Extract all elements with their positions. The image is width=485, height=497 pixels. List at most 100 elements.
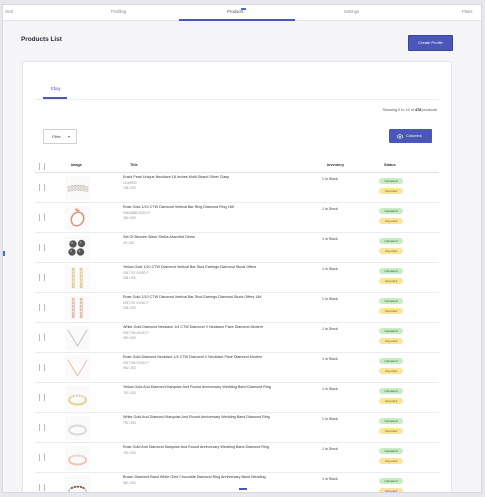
product-sku: 0057766-00000-P [123,331,149,335]
row-checkbox[interactable] [39,274,45,281]
product-title[interactable]: Rose Gold Diamond Necklace 1/4 CTW Diamo… [123,355,313,359]
header-title[interactable]: Title [130,163,138,167]
product-title[interactable]: Rose Gold 1/10 CTW Diamond Vertical Bar … [123,205,313,209]
table-row[interactable]: Rose Gold And Diamond Marquise And Round… [35,443,439,473]
table-row[interactable]: Rose Gold Diamond Necklace 1/4 CTW Diamo… [35,353,439,383]
active-tab-indicator [179,19,295,21]
status-badge: Uploaded [379,268,403,274]
product-image [65,446,90,470]
import-badge: Imported [379,428,403,434]
row-checkbox[interactable] [39,424,45,431]
showing-prefix: Showing 0 to 10 of [382,108,416,112]
row-checkbox[interactable] [39,394,45,401]
product-image [65,206,90,230]
table-body: Koshi Pearl Unique Necklace 18 Inches Mu… [35,173,439,492]
product-price: 108 USD [123,185,136,190]
pagination-summary: Showing 0 to 10 of 478 products [383,108,437,112]
product-title[interactable]: Rose Gold 1/10 CTW Diamond Vertical Bar … [123,295,313,299]
product-sku: 11169900 [123,181,137,185]
status-badge: Uploaded [379,238,403,244]
filter-button[interactable]: Filter ▾ [43,129,77,144]
product-sku: 05408888-00000-P [123,211,151,215]
product-meta: 11169900 108 USD [123,181,137,190]
import-badge: Imported [379,398,403,404]
row-checkbox[interactable] [39,454,45,461]
table-row[interactable]: Yellow Gold 1/10 CTW Diamond Vertical Ba… [35,263,439,293]
import-badge: Imported [379,188,403,194]
columns-button[interactable]: Columns [389,129,432,143]
inventory-value: 1 in Stock [322,417,338,421]
product-meta: 05408888-00000-P 380 USD [123,211,150,220]
product-sku: 0057757-00000-P [123,271,149,275]
row-checkbox[interactable] [39,184,45,191]
row-checkbox[interactable] [39,334,45,341]
header-status[interactable]: Status [384,163,396,167]
product-title[interactable]: Yellow Gold 1/10 CTW Diamond Vertical Ba… [123,265,313,269]
table-row[interactable]: Set Of Benzee Wave Sinths Assorted Gems 2… [35,233,439,263]
product-meta: 790 USD [123,391,136,396]
product-meta: 0057766-00000-P 980 USD [123,361,149,370]
row-checkbox[interactable] [39,304,45,311]
tab-settings[interactable]: Settings [344,9,359,14]
resize-handle-top[interactable] [241,8,246,10]
product-title[interactable]: White Gold And Diamond Marquise And Roun… [123,415,313,419]
select-all-checkbox[interactable] [39,163,45,170]
inventory-value: 1 in Stock [322,177,338,181]
table-row[interactable]: Yellow Gold And Diamond Marquise And Rou… [35,383,439,413]
inventory-value: 1 in Stock [322,357,338,361]
create-profile-button[interactable]: Create Profile [408,35,453,51]
product-image [65,356,90,380]
import-badge: Imported [379,458,403,464]
tab-plans[interactable]: Plans [462,9,472,14]
tab-profiling[interactable]: Profiling [111,9,126,14]
inventory-value: 1 in Stock [322,297,338,301]
table-row[interactable]: Koshi Pearl Unique Necklace 18 Inches Mu… [35,173,439,203]
product-title[interactable]: White Gold Diamond Necklace 1/4 CTW Diam… [123,325,313,329]
inventory-value: 1 in Stock [322,207,338,211]
row-checkbox[interactable] [39,484,45,491]
product-title[interactable]: Yellow Gold And Diamond Marquise And Rou… [123,385,313,389]
header-inventory[interactable]: Inventory [327,163,344,167]
divider [35,99,439,100]
inventory-value: 1 in Stock [322,237,338,241]
resize-handle-left[interactable] [3,251,5,256]
product-image [65,296,90,320]
product-sku: 0057757-00000-P [123,301,149,305]
table-row[interactable]: Rose Gold 1/10 CTW Diamond Vertical Bar … [35,203,439,233]
chevron-down-icon: ▾ [67,134,70,139]
inventory-value: 1 in Stock [322,267,338,271]
status-badge: Uploaded [379,448,403,454]
product-meta: 0057757-00000-P 338 USD [123,271,149,280]
table-row[interactable]: Brown Diamond Band White Gold Chocolate … [35,473,439,492]
product-price: 338 USD [123,275,136,280]
product-meta: 790 USD [123,421,136,426]
inventory-value: 1 in Stock [322,477,338,481]
scroll-indicator[interactable] [239,488,247,490]
row-checkbox[interactable] [39,364,45,371]
product-price: 26 USD [123,241,135,245]
product-meta: 0057766-00000-P 980 USD [123,331,149,340]
inventory-value: 1 in Stock [322,387,338,391]
product-image [65,476,90,492]
product-title[interactable]: Set Of Benzee Wave Sinths Assorted Gems [123,235,313,239]
tab-control[interactable]: ntrol [5,9,13,14]
tab-ebay[interactable]: Ebay [51,86,61,91]
table-row[interactable]: White Gold And Diamond Marquise And Roun… [35,413,439,443]
product-title[interactable]: Brown Diamond Band White Gold Chocolate … [123,475,313,479]
product-title[interactable]: Rose Gold And Diamond Marquise And Round… [123,445,313,449]
product-price: 338 USD [123,305,136,310]
status-badge: Uploaded [379,358,403,364]
table-row[interactable]: Rose Gold 1/10 CTW Diamond Vertical Bar … [35,293,439,323]
row-checkbox[interactable] [39,244,45,251]
eye-icon [397,133,403,139]
table-row[interactable]: White Gold Diamond Necklace 1/4 CTW Diam… [35,323,439,353]
import-badge: Imported [379,338,403,344]
product-meta: 26 USD [123,241,134,246]
product-meta: 580 USD [123,481,136,486]
header-image[interactable]: Image [71,163,82,167]
product-title[interactable]: Koshi Pearl Unique Necklace 18 Inches Mu… [123,175,313,179]
row-checkbox[interactable] [39,214,45,221]
product-image [65,326,90,350]
import-badge: Imported [379,368,403,374]
import-badge: Imported [379,218,403,224]
